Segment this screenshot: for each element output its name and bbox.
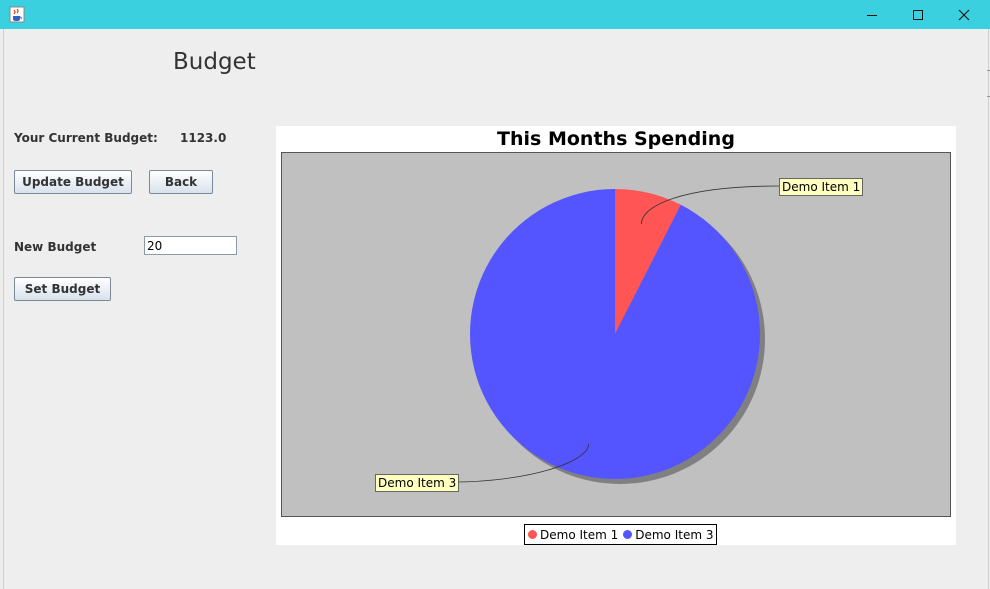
maximize-button[interactable] <box>895 0 941 29</box>
java-cup-icon <box>9 5 25 23</box>
window-content: Budget Your Current Budget: 1123.0 Updat… <box>3 29 989 589</box>
page-title: Budget <box>173 49 256 75</box>
maximize-icon <box>913 9 923 20</box>
window-titlebar <box>0 0 990 29</box>
chart-plot-area: Demo Item 1 Demo Item 3 <box>281 152 951 517</box>
set-budget-button[interactable]: Set Budget <box>14 277 111 301</box>
chart-title: This Months Spending <box>497 128 735 150</box>
chart-legend: Demo Item 1 Demo Item 3 <box>524 524 718 545</box>
legend-swatch-demo-item-1 <box>528 530 537 539</box>
legend-label-demo-item-1: Demo Item 1 <box>540 527 619 542</box>
legend-item-demo-item-1: Demo Item 1 <box>528 528 618 542</box>
pie-slice-demo-item-3 <box>470 189 760 479</box>
close-button[interactable] <box>941 0 987 29</box>
slice-label-demo-item-1: Demo Item 1 <box>779 178 864 196</box>
minimize-button[interactable] <box>849 0 895 29</box>
back-button[interactable]: Back <box>149 170 213 194</box>
minimize-icon <box>867 14 877 16</box>
current-budget-value: 1123.0 <box>180 131 227 145</box>
legend-label-demo-item-3: Demo Item 3 <box>635 527 714 542</box>
spending-chart: This Months Spending Demo Item 1 Demo It… <box>276 126 956 545</box>
legend-item-demo-item-3: Demo Item 3 <box>623 528 713 542</box>
pie-chart <box>451 185 780 484</box>
new-budget-label: New Budget <box>14 240 97 254</box>
new-budget-input[interactable] <box>144 236 237 255</box>
current-budget-label: Your Current Budget: <box>14 131 158 145</box>
close-icon <box>958 9 970 20</box>
slice-label-demo-item-3: Demo Item 3 <box>375 474 460 492</box>
update-budget-button[interactable]: Update Budget <box>14 170 132 194</box>
legend-swatch-demo-item-3 <box>623 530 633 539</box>
